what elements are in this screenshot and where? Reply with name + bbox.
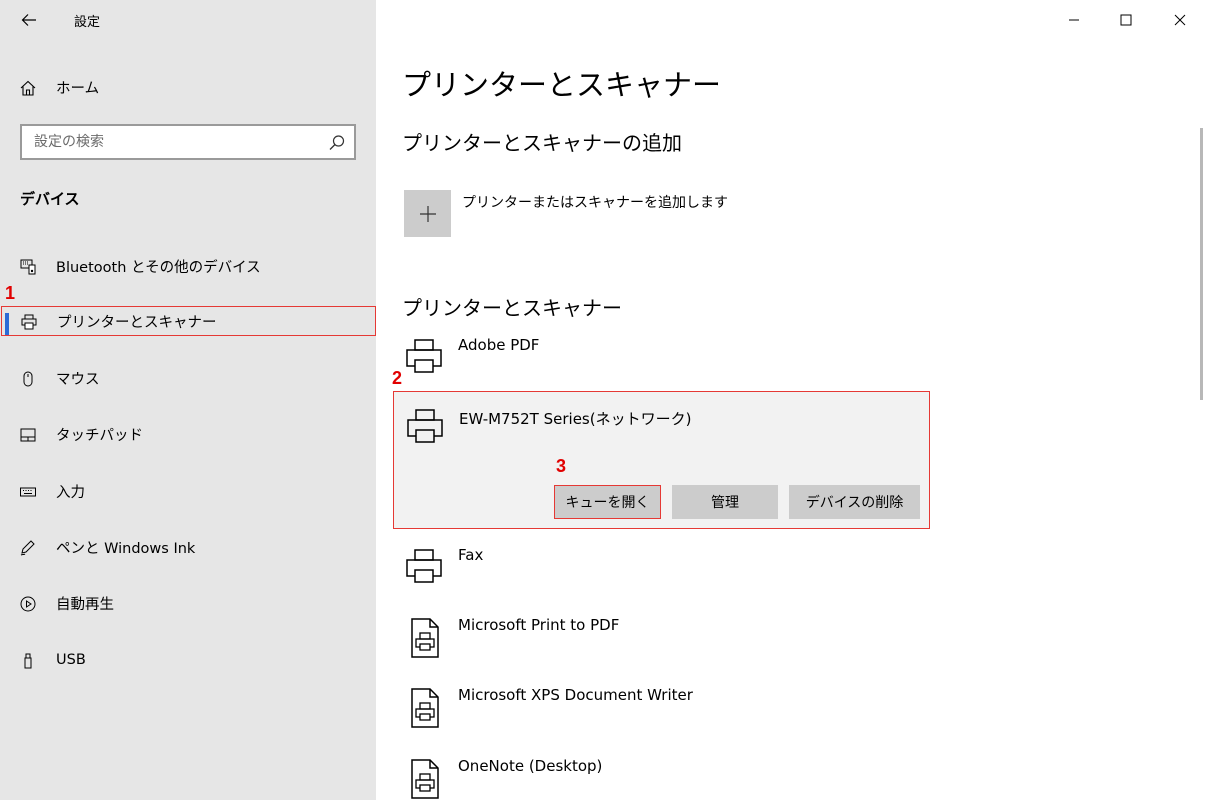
home-icon [18, 78, 38, 98]
add-printer-button[interactable] [404, 190, 451, 237]
sidebar-item-mouse[interactable]: マウス [0, 361, 376, 395]
printer-item-ms-print-to-pdf[interactable]: Microsoft Print to PDF [402, 616, 922, 676]
home-label: ホーム [56, 80, 100, 97]
back-button[interactable] [14, 6, 44, 34]
search-icon[interactable] [328, 134, 346, 152]
bluetooth-devices-icon [18, 257, 38, 277]
main-content: プリンターとスキャナー プリンターとスキャナーの追加 プリンターまたはスキャナー… [376, 0, 1208, 800]
printer-name: Adobe PDF [458, 336, 540, 354]
add-section-title: プリンターとスキャナーの追加 [402, 131, 682, 155]
printer-icon [406, 339, 442, 373]
document-printer-icon [411, 759, 439, 799]
minimize-button[interactable] [1062, 8, 1086, 32]
sidebar-item-usb[interactable]: USB [0, 643, 376, 677]
pen-icon [18, 538, 38, 558]
active-indicator [5, 313, 9, 335]
sidebar-item-bluetooth[interactable]: Bluetooth とその他のデバイス [0, 249, 376, 283]
search-box[interactable] [20, 124, 356, 160]
usb-icon [18, 651, 38, 671]
touchpad-icon [18, 425, 38, 445]
printer-item-ms-xps-writer[interactable]: Microsoft XPS Document Writer [402, 686, 922, 746]
home-nav-item[interactable]: ホーム [0, 70, 376, 104]
sidebar-item-label: タッチパッド [56, 427, 143, 444]
search-input[interactable] [34, 126, 324, 158]
sidebar-item-label: ペンと Windows Ink [56, 540, 196, 557]
sidebar-item-label: Bluetooth とその他のデバイス [56, 259, 261, 276]
printer-name: Microsoft Print to PDF [458, 616, 620, 634]
document-printer-icon [411, 618, 439, 658]
close-button[interactable] [1168, 8, 1192, 32]
maximize-icon [1120, 14, 1132, 26]
sidebar: 設定 ホーム デバイス Bluetooth とその他のデバイス プリンターとスキ… [0, 0, 376, 800]
printer-icon [19, 312, 39, 332]
step-badge-2: 2 [392, 368, 403, 388]
mouse-icon [18, 369, 38, 389]
printer-icon [406, 549, 442, 583]
plus-icon [419, 205, 436, 222]
printer-item-ew-m752t[interactable]: EW-M752T Series(ネットワーク) 3 キューを開く 管理 デバイス… [393, 391, 930, 529]
maximize-button[interactable] [1114, 8, 1138, 32]
page-title: プリンターとスキャナー [402, 68, 722, 102]
printer-name: EW-M752T Series(ネットワーク) [459, 410, 692, 428]
sidebar-item-label: マウス [56, 371, 100, 388]
printer-item-onenote[interactable]: OneNote (Desktop) [402, 757, 922, 800]
sidebar-item-label: プリンターとスキャナー [57, 314, 217, 331]
scrollbar[interactable] [1200, 128, 1203, 400]
sidebar-item-label: 入力 [56, 484, 85, 501]
remove-device-button[interactable]: デバイスの削除 [789, 485, 920, 519]
minimize-icon [1069, 19, 1079, 21]
document-printer-icon [411, 688, 439, 728]
manage-button[interactable]: 管理 [672, 485, 778, 519]
sidebar-item-printers[interactable]: プリンターとスキャナー [1, 306, 376, 336]
printer-name: Fax [458, 546, 484, 564]
step-badge-1: 1 [5, 283, 16, 303]
printer-name: Microsoft XPS Document Writer [458, 686, 693, 704]
sidebar-item-label: USB [56, 652, 86, 668]
autoplay-icon [18, 594, 38, 614]
printer-name: OneNote (Desktop) [458, 757, 603, 775]
printer-item-adobe-pdf[interactable]: Adobe PDF [402, 336, 922, 396]
keyboard-icon [18, 482, 38, 502]
app-title: 設定 [74, 15, 101, 30]
sidebar-item-autoplay[interactable]: 自動再生 [0, 586, 376, 620]
step-badge-3: 3 [556, 456, 567, 476]
printer-item-fax[interactable]: Fax [402, 546, 922, 606]
list-section-title: プリンターとスキャナー [402, 296, 622, 320]
sidebar-item-pen[interactable]: ペンと Windows Ink [0, 530, 376, 564]
back-arrow-icon [21, 14, 36, 26]
sidebar-item-touchpad[interactable]: タッチパッド [0, 417, 376, 451]
section-title: デバイス [20, 190, 80, 208]
add-printer-label[interactable]: プリンターまたはスキャナーを追加します [462, 192, 728, 212]
open-queue-button[interactable]: キューを開く [554, 485, 661, 519]
printer-icon [407, 409, 443, 443]
close-icon [1174, 14, 1186, 26]
sidebar-item-input[interactable]: 入力 [0, 474, 376, 508]
sidebar-item-label: 自動再生 [56, 596, 114, 613]
